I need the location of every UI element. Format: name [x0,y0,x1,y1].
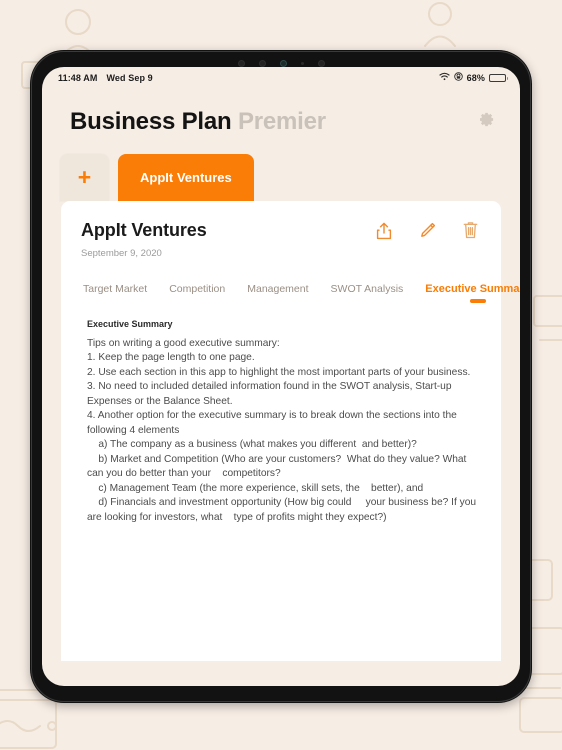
tab-label: SWOT Analysis [330,283,404,295]
delete-button[interactable] [459,222,481,244]
edit-pencil-icon [418,221,437,245]
page-title: Business Plan Premier [70,108,326,136]
content-heading: Executive Summary [87,319,173,329]
document-date: September 9, 2020 [81,248,162,259]
tablet-screen: 11:48 AM Wed Sep 9 68% Business Plan Pre… [42,67,520,686]
settings-button[interactable] [472,109,498,135]
tab-label: Competition [169,283,226,295]
status-time: 11:48 AM [58,72,98,83]
tab-label: Target Market [83,283,148,295]
share-icon [375,221,393,245]
document-card-header: AppIt Ventures September 9, 2020 [81,220,481,259]
tab-label: Executive Summary [425,283,520,295]
sensor-dot-icon [300,61,304,65]
status-bar: 11:48 AM Wed Sep 9 68% [42,67,520,86]
battery-percent: 68% [466,72,485,83]
edit-button[interactable] [416,222,438,244]
sensor-dot-icon [237,59,245,67]
trash-icon [462,221,479,245]
battery-icon [489,73,508,82]
content-body[interactable]: Tips on writing a good executive summary… [81,337,481,525]
document-tab-appit-ventures[interactable]: AppIt Ventures [118,154,254,201]
tab-label: Management [247,283,309,295]
tab-management[interactable]: Management [247,283,308,303]
document-tab-label: AppIt Ventures [140,170,232,185]
gear-icon [476,110,495,134]
tab-target-market[interactable]: Target Market [83,283,147,303]
document-title: AppIt Ventures [81,220,207,240]
page-title-main: Business Plan [70,108,232,135]
status-date: Wed Sep 9 [106,72,153,83]
tab-swot-analysis[interactable]: SWOT Analysis [331,283,404,303]
share-button[interactable] [373,222,395,244]
sensor-dot-icon [258,59,266,67]
sensor-dot-icon [317,59,325,67]
document-actions [373,220,481,244]
wifi-icon [439,72,450,83]
tab-competition[interactable]: Competition [169,283,225,303]
app-header: Business Plan Premier [42,86,520,136]
page-title-suffix: Premier [237,108,326,135]
document-card: AppIt Ventures September 9, 2020 Target … [61,201,520,661]
tablet-device: 11:48 AM Wed Sep 9 68% Business Plan Pre… [30,50,532,703]
tab-executive-summary[interactable]: Executive Summary [425,283,520,303]
front-camera-icon [279,59,287,67]
orientation-lock-icon [453,72,463,83]
plus-icon: + [77,164,92,190]
document-tab-strip: + AppIt Ventures [42,136,520,201]
section-tab-bar: Target Market Competition Management SWO… [81,283,520,303]
add-document-button[interactable]: + [60,154,109,201]
